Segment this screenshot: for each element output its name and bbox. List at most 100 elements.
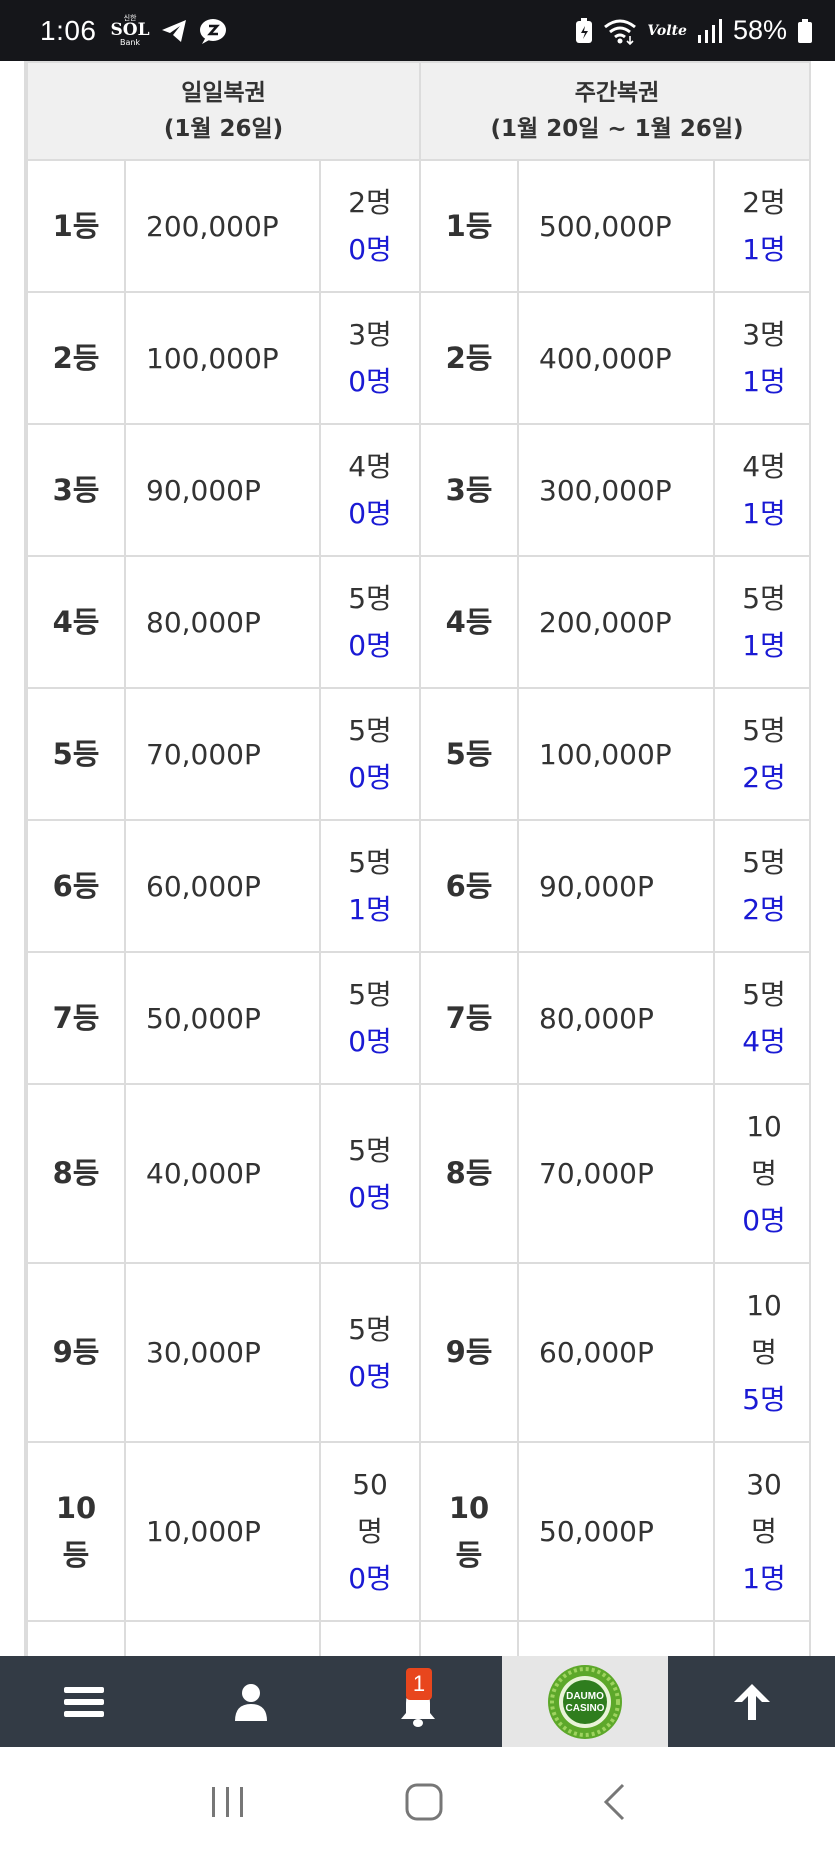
weekly-total-number: 10 — [746, 1289, 782, 1322]
menu-button[interactable] — [0, 1656, 167, 1747]
weekly-lottery-period: (1월 20일 ~ 1월 26일) — [490, 116, 744, 142]
home-icon[interactable] — [404, 1782, 444, 1822]
notification-count-badge: 1 — [406, 1668, 432, 1700]
daily-total-unit: 명 — [357, 1515, 383, 1548]
daily-winners: 0명 — [348, 233, 392, 266]
notifications-button[interactable]: 1 — [334, 1656, 502, 1747]
weekly-rank: 8등 — [419, 1083, 520, 1264]
daily-prize: 30,000P — [124, 1262, 321, 1443]
signal-icon — [697, 18, 722, 43]
menu-icon — [63, 1686, 104, 1717]
weekly-rank: 6등 — [419, 819, 520, 953]
weekly-total: 5명 — [742, 714, 786, 747]
daily-count: 5명 0명 — [318, 687, 422, 821]
table-row: 2등 100,000P 3명 0명 2등 400,000P 3명 1명 — [26, 291, 809, 425]
daily-prize: 100,000P — [124, 291, 321, 425]
daily-prize — [124, 1620, 321, 1656]
weekly-total-number: 30 — [746, 1468, 782, 1501]
daily-count: 5명 0명 — [318, 1083, 422, 1264]
daily-count: 5명 0명 — [318, 951, 422, 1085]
table-row: 6등 60,000P 5명 1명 6등 90,000P 5명 2명 — [26, 819, 809, 953]
weekly-rank: 5등 — [419, 687, 520, 821]
table-row: 3등 90,000P 4명 0명 3등 300,000P 4명 1명 — [26, 423, 809, 557]
battery-percent: 58% — [732, 15, 787, 45]
daily-rank: 5등 — [26, 687, 126, 821]
weekly-total-unit: 명 — [751, 1515, 777, 1548]
table-row: 7등 50,000P 5명 0명 7등 80,000P 5명 4명 — [26, 951, 809, 1085]
daily-rank: 7등 — [26, 951, 126, 1085]
table-row-partial — [26, 1620, 809, 1656]
back-icon[interactable] — [601, 1782, 627, 1822]
weekly-prize: 90,000P — [517, 819, 716, 953]
weekly-prize: 500,000P — [517, 159, 716, 293]
daily-total: 5명 — [348, 846, 392, 879]
weekly-winners: 1명 — [742, 365, 786, 398]
weekly-total-unit: 명 — [751, 1336, 777, 1369]
daily-rank: 9등 — [26, 1262, 126, 1443]
weekly-prize — [517, 1620, 716, 1656]
sol-bank-icon: 신한 SOL Bank — [110, 13, 150, 47]
user-icon — [234, 1683, 267, 1721]
system-navigation-bar — [0, 1747, 835, 1856]
chat-bubble-icon — [199, 18, 226, 44]
daily-rank — [26, 1620, 126, 1656]
weekly-count — [713, 1620, 809, 1656]
daily-count: 4명 0명 — [318, 423, 422, 557]
status-time: 1:06 — [40, 14, 97, 46]
weekly-rank — [419, 1620, 520, 1656]
daily-total: 3명 — [348, 318, 392, 351]
lottery-results-table-container[interactable]: 일일복권 (1월 26일) 주간복권 (1월 20일 ~ 1월 26일) 1등 … — [24, 61, 811, 1656]
notification-icons: 신한 SOL Bank — [110, 13, 228, 47]
my-account-button[interactable] — [167, 1656, 334, 1747]
weekly-winners: 5명 — [742, 1383, 786, 1416]
weekly-winners: 4명 — [742, 1025, 786, 1058]
daily-total: 5명 — [348, 1133, 392, 1167]
weekly-total-unit: 명 — [751, 1157, 777, 1190]
table-row: 10 등 10,000P 50 명 0명 10 등 50,000P 30 명 1명 — [26, 1441, 809, 1622]
daily-winners: 0명 — [348, 1359, 392, 1393]
daily-prize: 50,000P — [124, 951, 321, 1085]
daily-rank: 3등 — [26, 423, 126, 557]
svg-text:CASINO: CASINO — [566, 1703, 605, 1714]
weekly-total: 4명 — [742, 450, 786, 483]
daily-lottery-header: 일일복권 (1월 26일) — [26, 61, 422, 161]
wifi-icon — [604, 19, 637, 45]
bottom-nav: 1 DAUMO CASINO — [0, 1656, 835, 1747]
weekly-total: 5명 — [742, 582, 786, 615]
weekly-winners: 2명 — [742, 893, 786, 926]
weekly-prize: 200,000P — [517, 555, 716, 689]
weekly-count: 5명 1명 — [713, 555, 809, 689]
volte-indicator: Volte — [647, 22, 687, 39]
weekly-winners: 1명 — [742, 629, 786, 662]
daily-total: 5명 — [348, 714, 392, 747]
weekly-total: 3명 — [742, 318, 786, 351]
scroll-to-top-button[interactable] — [668, 1656, 835, 1747]
battery-icon — [798, 18, 812, 43]
daily-total: 4명 — [348, 450, 392, 483]
weekly-rank: 4등 — [419, 555, 520, 689]
weekly-winners: 1명 — [742, 233, 786, 266]
weekly-prize: 70,000P — [517, 1083, 716, 1264]
daily-winners: 0명 — [348, 1180, 392, 1214]
daily-rank: 4등 — [26, 555, 126, 689]
daily-count: 2명 0명 — [318, 159, 422, 293]
weekly-rank: 10 등 — [419, 1441, 520, 1622]
recent-apps-icon[interactable] — [208, 1785, 248, 1819]
weekly-count: 5명 4명 — [713, 951, 809, 1085]
daily-rank-number: 10 — [55, 1490, 97, 1525]
daily-winners: 1명 — [348, 893, 392, 926]
weekly-prize: 80,000P — [517, 951, 716, 1085]
daily-total: 5명 — [348, 978, 392, 1011]
table-row: 4등 80,000P 5명 0명 4등 200,000P 5명 1명 — [26, 555, 809, 689]
daily-rank: 6등 — [26, 819, 126, 953]
weekly-winners: 0명 — [742, 1204, 786, 1237]
weekly-prize: 60,000P — [517, 1262, 716, 1443]
weekly-count: 2명 1명 — [713, 159, 809, 293]
daily-count: 5명 0명 — [318, 1262, 422, 1443]
casino-logo-button[interactable]: DAUMO CASINO — [502, 1656, 668, 1747]
weekly-winners: 1명 — [742, 497, 786, 530]
weekly-total: 5명 — [742, 978, 786, 1011]
daily-count: 3명 0명 — [318, 291, 422, 425]
table-row: 1등 200,000P 2명 0명 1등 500,000P 2명 1명 — [26, 159, 809, 293]
weekly-count: 10 명 5명 — [713, 1262, 809, 1443]
